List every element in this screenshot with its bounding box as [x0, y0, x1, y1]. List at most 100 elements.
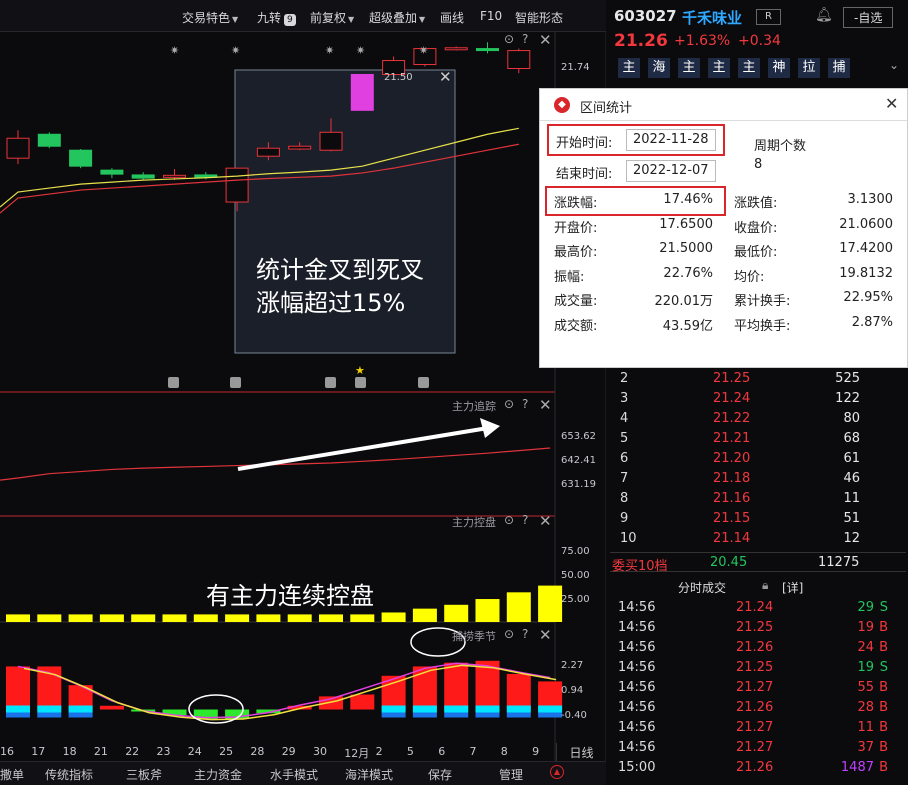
trades-detail-link[interactable]: [详]: [782, 579, 803, 596]
x-axis-label: 12月: [344, 747, 370, 760]
candle-body: [6, 137, 30, 159]
nine-turn-menu[interactable]: 九转 9: [257, 9, 296, 26]
help-icon[interactable]: ?: [522, 513, 528, 527]
ask-volume: 525: [835, 371, 860, 386]
expand-icon[interactable]: ▲: [550, 765, 564, 779]
help-icon[interactable]: ?: [522, 32, 528, 46]
help-icon[interactable]: ?: [522, 627, 528, 641]
trade-price: 21.25: [736, 620, 774, 635]
period-value: 8: [754, 157, 763, 172]
event-icon[interactable]: [418, 377, 429, 388]
settings-icon[interactable]: ⊙: [504, 513, 514, 527]
stock-tag[interactable]: 主: [738, 58, 760, 78]
stock-tag[interactable]: 拉: [798, 58, 820, 78]
candle-body: [100, 169, 124, 175]
stock-tag[interactable]: 捕: [828, 58, 850, 78]
overlay-menu[interactable]: 超级叠加 ▼: [369, 9, 425, 26]
settings-icon[interactable]: ⊙: [504, 627, 514, 641]
tab-1[interactable]: 撒单: [0, 766, 24, 783]
period-selector[interactable]: 日线: [556, 743, 606, 761]
order-book-row[interactable]: 3 21.24 122: [618, 390, 888, 410]
stat-value: 17.46%: [663, 192, 713, 207]
trade-price: 21.24: [736, 600, 774, 615]
stat-label: 振幅:: [554, 269, 585, 285]
settings-icon[interactable]: ⊙: [504, 32, 514, 46]
ask-price: 21.15: [713, 511, 751, 526]
stock-tag[interactable]: 神: [768, 58, 790, 78]
event-icon[interactable]: [355, 377, 366, 388]
ask-volume: 11: [843, 491, 860, 506]
end-date-field[interactable]: 2022-12-07: [626, 160, 716, 182]
trade-volume: 19: [857, 620, 874, 635]
candle-body: [507, 50, 531, 69]
stat-value: 2.87%: [851, 314, 893, 330]
zlzz-axis-label: 642.41: [561, 455, 596, 466]
watchlist-button[interactable]: -自选: [843, 7, 894, 28]
season-bar-blue: [412, 712, 437, 718]
tab-5[interactable]: 水手模式: [270, 766, 318, 783]
trade-side: B: [879, 720, 888, 735]
trade-feature-menu[interactable]: 交易特色 ▼: [182, 9, 238, 26]
order-book-row[interactable]: 4 21.22 80: [618, 410, 888, 430]
order-book-row[interactable]: 2 21.25 525: [618, 370, 888, 390]
tab-2[interactable]: 传统指标: [45, 766, 93, 783]
order-book-row[interactable]: 5 21.21 68: [618, 430, 888, 450]
trade-side: B: [879, 760, 888, 775]
stat-value: 22.95%: [843, 290, 893, 305]
tab-manage[interactable]: 管理: [499, 766, 523, 783]
event-icon[interactable]: [230, 377, 241, 388]
trend-arrow-head: [480, 418, 500, 438]
control-annotation: 有主力连续控盘: [206, 582, 374, 610]
order-book-row[interactable]: 10 21.14 12: [618, 530, 888, 550]
order-book-row[interactable]: 7 21.18 46: [618, 470, 888, 490]
star-marker: ✷: [419, 44, 429, 57]
star-marker: ✷: [356, 44, 366, 57]
bell-icon[interactable]: 🔔︎: [815, 7, 833, 23]
tab-6[interactable]: 海洋模式: [345, 766, 393, 783]
settings-icon[interactable]: ⊙: [504, 397, 514, 411]
box-close-icon[interactable]: ✕: [439, 68, 452, 86]
stock-tag[interactable]: 海: [648, 58, 670, 78]
tab-save[interactable]: 保存: [428, 766, 452, 783]
close-icon[interactable]: ✕: [539, 512, 552, 530]
stat-value: 220.01万: [654, 294, 714, 309]
collapse-icon[interactable]: ⌄: [889, 58, 899, 72]
smart-pattern-button[interactable]: 智能形态: [515, 9, 563, 26]
zlzz-axis-label: 631.19: [561, 479, 596, 490]
help-icon[interactable]: ?: [522, 397, 528, 411]
order-book-row[interactable]: 8 21.16 11: [618, 490, 888, 510]
stock-tag[interactable]: 主: [618, 58, 640, 78]
close-icon[interactable]: ✕: [539, 31, 552, 49]
ask-level: 10: [620, 531, 637, 546]
stock-tag[interactable]: 主: [678, 58, 700, 78]
trade-row: 14:56 21.25 19 S: [618, 659, 888, 679]
stat-label: 开盘价:: [554, 220, 598, 236]
adjust-menu[interactable]: 前复权 ▼: [310, 9, 354, 26]
season-bar-blue: [68, 712, 93, 718]
range-stats-dialog: ◆ 区间统计 ✕ 开始时间: 2022-11-28 周期个数 8 结束时间: 2…: [539, 88, 908, 368]
trade-time: 14:56: [618, 640, 656, 655]
tab-4[interactable]: 主力资金: [194, 766, 242, 783]
draw-line-button[interactable]: 画线: [440, 9, 464, 26]
f10-button[interactable]: F10: [480, 9, 502, 23]
stat-label: 最低价:: [734, 245, 778, 260]
tab-3[interactable]: 三板斧: [126, 766, 162, 783]
event-icon[interactable]: [168, 377, 179, 388]
box-annotation-1: 统计金叉到死叉: [256, 256, 424, 284]
start-date-field[interactable]: 2022-11-28: [626, 129, 716, 151]
season-bar-blue: [506, 712, 531, 718]
stock-tag[interactable]: 主: [708, 58, 730, 78]
trade-row: 14:56 21.26 24 B: [618, 639, 888, 659]
ask-volume: 12: [843, 531, 860, 546]
lock-icon[interactable]: 🔒︎: [762, 578, 768, 593]
close-icon[interactable]: ✕: [539, 626, 552, 644]
event-icon[interactable]: [325, 377, 336, 388]
order-book-row[interactable]: 9 21.15 51: [618, 510, 888, 530]
ask-volume: 61: [843, 451, 860, 466]
trade-price: 21.26: [736, 700, 774, 715]
season-bar-blue: [475, 712, 500, 718]
r-badge: R: [756, 9, 781, 25]
close-icon[interactable]: ✕: [539, 396, 552, 414]
order-book-row[interactable]: 6 21.20 61: [618, 450, 888, 470]
dialog-close-icon[interactable]: ✕: [885, 94, 898, 113]
